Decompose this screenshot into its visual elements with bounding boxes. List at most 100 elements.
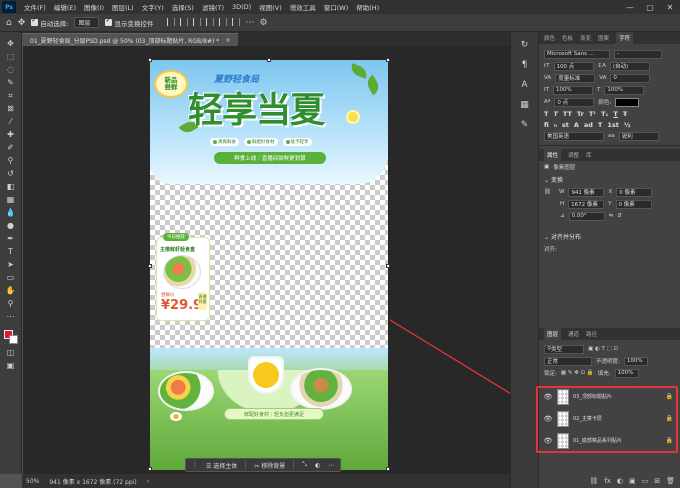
- anti-alias-select[interactable]: 锐利: [618, 131, 659, 141]
- text-color-swatch[interactable]: [615, 97, 640, 107]
- angle-icon: ⊿: [560, 213, 565, 219]
- lock-label: 锁定:: [544, 371, 557, 377]
- swatches-icon[interactable]: ▦: [520, 100, 530, 110]
- fraction-button[interactable]: 1st: [607, 121, 619, 129]
- swash-button[interactable]: st: [562, 121, 569, 129]
- y-field[interactable]: 0 像素: [615, 199, 652, 209]
- tracking-field[interactable]: 0: [610, 73, 651, 83]
- new-layer-icon[interactable]: ⊞: [654, 477, 660, 485]
- opentype-buttons: fi ℴ st A ad T 1st ½: [539, 119, 680, 130]
- width-field[interactable]: 941 像素: [568, 187, 605, 197]
- half-button[interactable]: ½: [624, 121, 631, 129]
- baseline-row: Aª 0 点 颜色:: [539, 96, 680, 108]
- fill-label: 填充:: [597, 371, 611, 377]
- small-caps-button[interactable]: Tr: [577, 110, 584, 118]
- ligature-button[interactable]: fi: [544, 121, 549, 129]
- angle-field[interactable]: 0.00°: [568, 211, 605, 221]
- filter-icons[interactable]: ▣ ◐ T ⬚ ⊡: [588, 346, 618, 352]
- tab-layers[interactable]: 图层: [544, 328, 562, 340]
- tab-color[interactable]: 颜色: [544, 34, 555, 42]
- all-caps-button[interactable]: TT: [563, 110, 572, 118]
- character-panel-tabs: 颜色 色板 渐变 图案 字符: [539, 32, 680, 44]
- blend-mode-select[interactable]: 正常: [544, 356, 592, 366]
- leading-field[interactable]: (自动): [609, 61, 650, 71]
- color-label: 颜色:: [598, 100, 612, 106]
- align-row: 对齐:: [539, 243, 680, 255]
- baseline-icon: Aª: [544, 99, 551, 105]
- tab-libraries[interactable]: 库: [586, 151, 592, 159]
- opacity-field[interactable]: 100%: [623, 356, 648, 366]
- tab-character[interactable]: 字符: [616, 32, 634, 44]
- layer-filter-row: ⚲ 类型 ▣ ◐ T ⬚ ⊡: [539, 343, 680, 355]
- kerning-field[interactable]: 度量标准: [555, 73, 596, 83]
- strikethrough-button[interactable]: Ŧ: [623, 110, 627, 118]
- superscript-button[interactable]: T¹: [589, 110, 596, 118]
- font-style-select[interactable]: -: [614, 49, 662, 59]
- ordinal-button[interactable]: T: [598, 121, 602, 129]
- adjustment-layer-icon[interactable]: ◐: [617, 477, 623, 485]
- faux-bold-button[interactable]: T: [544, 110, 548, 118]
- layer-filter-label: 类型: [551, 347, 563, 353]
- text-style-buttons: T T TT Tr T¹ T₁ T Ŧ: [539, 108, 680, 119]
- faux-italic-button[interactable]: T: [553, 110, 557, 118]
- tab-channels[interactable]: 通道: [568, 330, 579, 338]
- tab-swatches[interactable]: 色板: [562, 34, 573, 42]
- paragraph-icon[interactable]: ¶: [520, 60, 530, 70]
- transform-section-title[interactable]: ⌄ 变换: [539, 173, 680, 186]
- language-select[interactable]: 美国英语: [544, 131, 604, 141]
- subscript-button[interactable]: T₁: [601, 110, 608, 118]
- titling-button[interactable]: ad: [584, 121, 593, 129]
- trash-icon[interactable]: 🗑: [666, 477, 675, 485]
- document-info: 941 像素 x 1672 像素 (72 ppi): [49, 478, 137, 486]
- layer-kind-label: 像素图层: [553, 165, 576, 171]
- layers-panel-tabs: 图层 通道 路径: [539, 328, 680, 340]
- lock-icons[interactable]: ▦ ✎ ✥ ⊡ 🔒: [561, 370, 594, 376]
- character-icon[interactable]: A: [520, 80, 530, 90]
- tab-paths[interactable]: 路径: [586, 330, 597, 338]
- layer-kind-row: ▣ 像素图层: [539, 161, 680, 173]
- align-label: 对齐:: [544, 247, 557, 253]
- tab-adjustments[interactable]: 调整: [568, 151, 579, 159]
- align-section-title[interactable]: ⌄ 对齐并分布: [539, 230, 680, 243]
- add-mask-icon[interactable]: ▣: [629, 477, 636, 485]
- x-field[interactable]: 0 像素: [616, 187, 653, 197]
- transform-hy-row: H 1672 像素 Y 0 像素: [539, 198, 680, 210]
- link-icon[interactable]: ⛓: [544, 189, 551, 195]
- new-group-icon[interactable]: ▭: [642, 477, 649, 485]
- discretionary-button[interactable]: ℴ: [554, 121, 557, 129]
- anti-alias-icon: aa: [608, 133, 615, 139]
- underline-button[interactable]: T: [613, 110, 617, 118]
- properties-panel-tabs: 属性 调整 库: [539, 149, 680, 161]
- vertical-scale-field[interactable]: 100%: [552, 85, 593, 95]
- language-row: 美国英语 aa 锐利: [539, 130, 680, 142]
- history-icon[interactable]: ↻: [520, 40, 530, 50]
- size-row: tT 100 点 ↕A (自动): [539, 60, 680, 72]
- pixel-layer-icon: ▣: [544, 164, 550, 170]
- panel-icon-column: ↻ ¶ A ▦ ✎: [510, 32, 538, 488]
- zoom-level[interactable]: 50%: [26, 478, 39, 485]
- leading-icon: ↕A: [597, 63, 606, 69]
- stylistic-button[interactable]: A: [574, 121, 579, 129]
- link-layers-icon[interactable]: ⛓: [589, 477, 598, 485]
- lock-row: 锁定: ▦ ✎ ✥ ⊡ 🔒 填充: 100%: [539, 367, 680, 379]
- font-size-field[interactable]: 100 点: [553, 61, 594, 71]
- x-label: X: [608, 189, 613, 195]
- flip-horizontal-icon[interactable]: ⇋: [609, 213, 614, 219]
- horizontal-scale-field[interactable]: 100%: [604, 85, 645, 95]
- fx-icon[interactable]: fx: [604, 477, 611, 485]
- baseline-field[interactable]: 0 点: [554, 97, 595, 107]
- layers-footer: ⛓ fx ◐ ▣ ▭ ⊞ 🗑: [539, 474, 680, 488]
- height-field[interactable]: 1672 像素: [568, 199, 605, 209]
- layers-highlight-box: [536, 386, 678, 453]
- vertical-scale-icon: IT: [544, 87, 549, 93]
- brush-settings-icon[interactable]: ✎: [520, 120, 530, 130]
- fill-field[interactable]: 100%: [614, 368, 639, 378]
- font-family-select[interactable]: Microsoft Sans ...: [544, 49, 610, 59]
- status-arrow-icon[interactable]: ›: [147, 478, 149, 485]
- w-label: W: [558, 189, 565, 195]
- layer-filter-select[interactable]: ⚲ 类型: [544, 344, 584, 354]
- flip-vertical-icon[interactable]: ⇵: [617, 213, 622, 219]
- tab-properties[interactable]: 属性: [544, 149, 562, 161]
- tab-gradients[interactable]: 渐变: [580, 34, 591, 42]
- tab-patterns[interactable]: 图案: [598, 34, 609, 42]
